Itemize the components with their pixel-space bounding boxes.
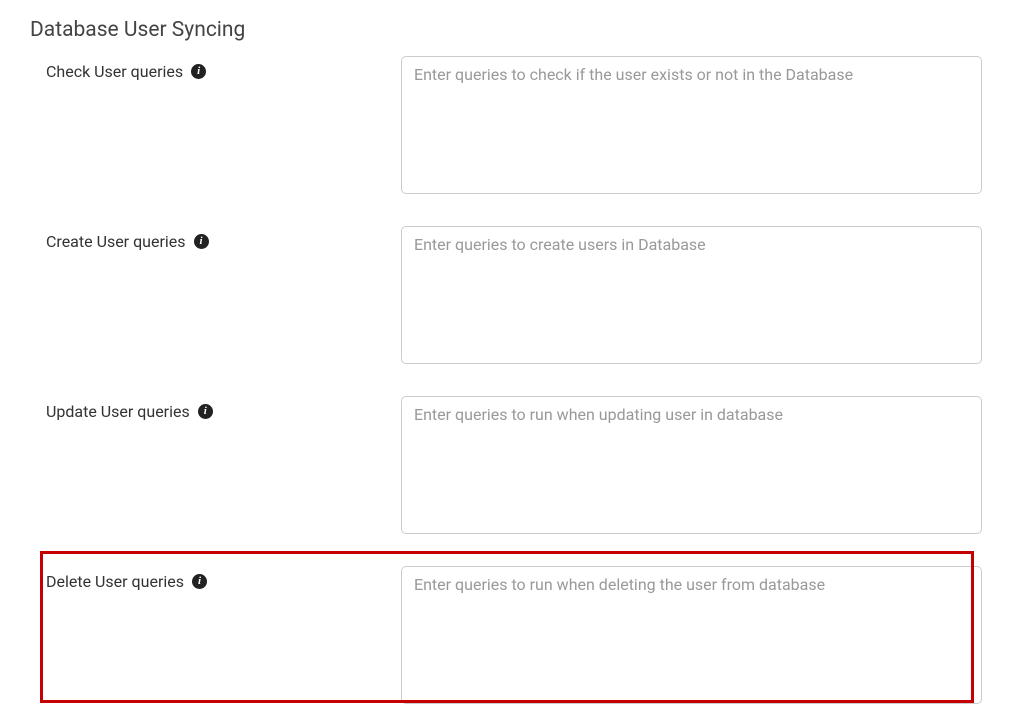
- info-icon[interactable]: i: [194, 234, 209, 249]
- info-icon[interactable]: i: [198, 404, 213, 419]
- check-user-textarea[interactable]: [401, 56, 982, 194]
- delete-user-textarea[interactable]: [401, 566, 982, 704]
- update-user-input-col: [401, 396, 982, 538]
- update-user-row: Update User queries i: [30, 396, 982, 538]
- delete-user-label: Delete User queries: [46, 572, 184, 591]
- create-user-row: Create User queries i: [30, 226, 982, 368]
- info-icon[interactable]: i: [191, 64, 206, 79]
- update-user-label-col: Update User queries i: [46, 396, 401, 421]
- update-user-textarea[interactable]: [401, 396, 982, 534]
- delete-user-label-col: Delete User queries i: [46, 566, 401, 591]
- create-user-textarea[interactable]: [401, 226, 982, 364]
- create-user-input-col: [401, 226, 982, 368]
- delete-user-input-col: [401, 566, 982, 708]
- info-icon[interactable]: i: [192, 574, 207, 589]
- update-user-label: Update User queries: [46, 402, 190, 421]
- create-user-label-col: Create User queries i: [46, 226, 401, 251]
- check-user-label-col: Check User queries i: [46, 56, 401, 81]
- delete-user-row: Delete User queries i: [30, 566, 982, 708]
- check-user-label: Check User queries: [46, 62, 183, 81]
- check-user-input-col: [401, 56, 982, 198]
- check-user-row: Check User queries i: [30, 56, 982, 198]
- create-user-label: Create User queries: [46, 232, 186, 251]
- section-heading: Database User Syncing: [30, 18, 982, 42]
